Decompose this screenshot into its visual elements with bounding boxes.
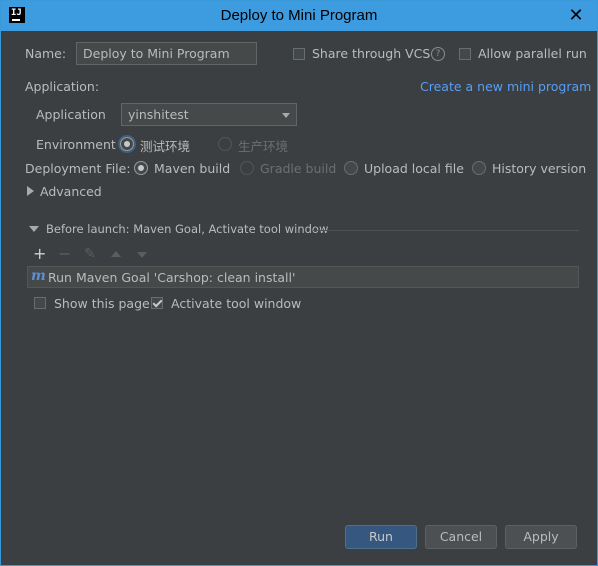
deployment-file-label: Deployment File: [25,161,131,176]
maven-build-radio[interactable] [134,161,148,175]
before-launch-task-list: m Run Maven Goal 'Carshop: clean install… [27,266,579,288]
env-test-radio[interactable] [120,137,134,151]
chevron-down-icon [282,113,290,118]
show-page-label: Show this page [54,296,150,311]
task-label: Run Maven Goal 'Carshop: clean install' [48,270,296,285]
application-heading: Application: [25,79,100,94]
name-input[interactable]: Deploy to Mini Program [76,42,257,65]
before-launch-heading: Before launch: Maven Goal, Activate tool… [46,222,329,236]
env-test-label: 测试环境 [140,139,191,154]
maven-build-label: Maven build [154,161,231,176]
expand-arrow-icon[interactable] [27,186,34,196]
maven-icon: m [31,268,46,284]
share-vcs-label: Share through VCS [312,46,431,61]
application-select-value: yinshitest [128,107,189,122]
edit-icon[interactable]: ✎ [84,246,96,262]
application-select[interactable]: yinshitest [121,103,297,126]
show-page-checkbox[interactable] [34,297,46,309]
section-divider [313,230,579,231]
upload-local-file-label: Upload local file [364,161,464,176]
move-down-icon[interactable] [137,252,147,258]
name-label: Name: [25,46,67,61]
allow-parallel-label: Allow parallel run [478,46,587,61]
env-prod-radio[interactable] [218,137,232,151]
activate-tool-window-label: Activate tool window [171,296,302,311]
create-mini-program-link[interactable]: Create a new mini program [420,79,591,94]
list-item[interactable]: m Run Maven Goal 'Carshop: clean install… [28,267,578,287]
cancel-button[interactable]: Cancel [425,525,497,549]
apply-button[interactable]: Apply [505,525,577,549]
move-up-icon[interactable] [111,251,121,257]
history-version-radio[interactable] [472,161,486,175]
history-version-label: History version [492,161,587,176]
collapse-arrow-icon[interactable] [29,226,39,232]
activate-tool-window-checkbox[interactable] [151,297,163,309]
window-title: Deploy to Mini Program [220,7,378,24]
allow-parallel-checkbox[interactable] [459,48,471,60]
run-button[interactable]: Run [345,525,417,549]
title-bar[interactable]: IJ Deploy to Mini Program ✕ [1,1,597,31]
share-vcs-checkbox[interactable] [293,48,305,60]
help-icon[interactable]: ? [431,47,445,61]
env-prod-label: 生产环境 [238,139,289,154]
gradle-build-radio[interactable] [240,161,254,175]
environment-label: Environment [36,137,116,152]
close-icon[interactable]: ✕ [565,5,587,27]
remove-icon[interactable]: − [58,246,71,262]
add-icon[interactable]: + [33,246,46,262]
gradle-build-label: Gradle build [260,161,337,176]
upload-local-file-radio[interactable] [344,161,358,175]
dialog-window: IJ Deploy to Mini Program ✕ Name: Deploy… [0,0,598,566]
application-label: Application [36,107,106,122]
advanced-toggle[interactable]: Advanced [40,184,102,199]
